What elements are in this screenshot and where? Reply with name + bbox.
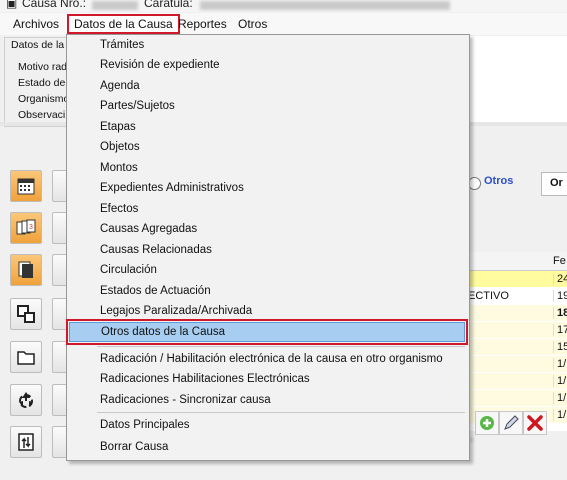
menuitem-datos-principales[interactable]: Datos Principales [69,415,465,435]
menuitem-radicaciones-sincronizar[interactable]: Radicaciones - Sincronizar causa [69,390,465,410]
transfer-arrows-icon [18,433,34,451]
folder-button[interactable] [10,341,42,373]
calendar-icon [17,178,35,195]
menu-bar: Archivos Datos de la Causa Reportes Otro… [0,13,567,35]
menuitem-efectos[interactable]: Efectos [69,199,465,219]
causa-label: Causa Nro.: [22,0,87,10]
info-panel [466,36,567,126]
window-icon: ▣ [6,0,18,10]
dropdown-tail: Borrar Causa [66,436,470,461]
menuitem-radicaciones-habilitaciones[interactable]: Radicaciones Habilitaciones Electrónicas [69,369,465,389]
menu-datos-de-la-causa[interactable]: Datos de la Causa [67,14,180,34]
numbered-list-button[interactable]: 3 [10,212,42,244]
edit-button[interactable] [499,411,523,435]
table-row[interactable]: 1/ [466,390,567,406]
menu-archivos[interactable]: Archivos [8,16,64,32]
menuitem-montos[interactable]: Montos [69,158,465,178]
add-button[interactable] [475,411,499,435]
menuitem-tramites[interactable]: Trámites [69,35,465,55]
causa-number-redacted [92,0,138,12]
group-title: Datos de la [11,39,65,51]
order-label: Or [550,177,563,189]
menuitem-radicacion-habilitacion[interactable]: Radicación / Habilitación electrónica de… [69,349,465,369]
table-row[interactable]: 1/ [466,373,567,389]
folder-icon [17,351,35,365]
svg-text:3: 3 [29,224,33,231]
grid-spacer [466,226,567,250]
menuitem-causas-relacionadas[interactable]: Causas Relacionadas [69,240,465,260]
table-row[interactable]: 15 [466,339,567,355]
caratula-label: Caratula: [144,0,193,10]
menuitem-expedientes-administrativos[interactable]: Expedientes Administrativos [69,178,465,198]
order-field[interactable]: Or [541,172,567,196]
delete-button[interactable] [523,411,547,435]
calendar-button[interactable] [10,170,42,202]
menuitem-estados-actuacion[interactable]: Estados de Actuación [69,281,465,301]
datos-causa-dropdown: Trámites Revisión de expediente Agenda P… [66,34,470,438]
transfer-button[interactable] [10,426,42,458]
caratula-redacted [200,0,450,12]
records-grid[interactable]: 24/ ECTIVO 19 18. 17 15 1/ 1/ 1/ 1/ [466,252,567,431]
resize-button[interactable] [10,298,42,330]
menuitem-etapas[interactable]: Etapas [69,117,465,137]
table-row[interactable]: 17 [466,322,567,338]
label-observaciones: Observaci [18,109,66,121]
radio-otros-label: Otros [484,175,514,187]
menuitem-borrar-causa[interactable]: Borrar Causa [69,437,465,457]
grid-header: Fe [466,252,567,271]
menuitem-circulacion[interactable]: Circulación [69,260,465,280]
menuitem-legajos-paralizada-archivada[interactable]: Legajos Paralizada/Archivada [69,301,465,321]
table-row[interactable]: 18. [466,305,567,321]
grid-header-fecha: Fe [553,255,566,267]
table-row[interactable]: ECTIVO 19 [466,288,567,304]
recycle-button[interactable] [10,384,42,416]
edit-pencil-icon [504,415,519,430]
label-estado: Estado de [18,77,66,89]
menuitem-agenda[interactable]: Agenda [69,76,465,96]
menuitem-partes-sujetos[interactable]: Partes/Sujetos [69,96,465,116]
numbered-pages-icon: 3 [16,219,36,235]
menu-separator [97,412,465,413]
table-row[interactable]: 1/ [466,356,567,372]
delete-x-icon [527,415,543,431]
recycle-icon [19,392,33,408]
documents-button[interactable] [10,254,42,286]
title-bar: ▣ Causa Nro.: Caratula: [0,0,567,12]
menu-reportes[interactable]: Reportes [173,16,232,32]
label-organismo: Organismo [18,93,70,105]
label-motivo: Motivo rad [18,61,68,73]
menuitem-causas-agregadas[interactable]: Causas Agregadas [69,219,465,239]
add-circle-icon [480,416,494,430]
window-resize-icon [17,305,35,323]
menuitem-objetos[interactable]: Objetos [69,137,465,157]
menuitem-revision-expediente[interactable]: Revisión de expediente [69,55,465,75]
menuitem-otros-datos-causa[interactable]: Otros datos de la Causa [66,319,468,345]
menu-otros[interactable]: Otros [233,16,272,32]
menu-separator [97,346,465,347]
radio-otros[interactable]: Otros [468,172,528,194]
documents-stack-icon [18,261,33,278]
table-row[interactable]: 24/ [466,271,567,287]
